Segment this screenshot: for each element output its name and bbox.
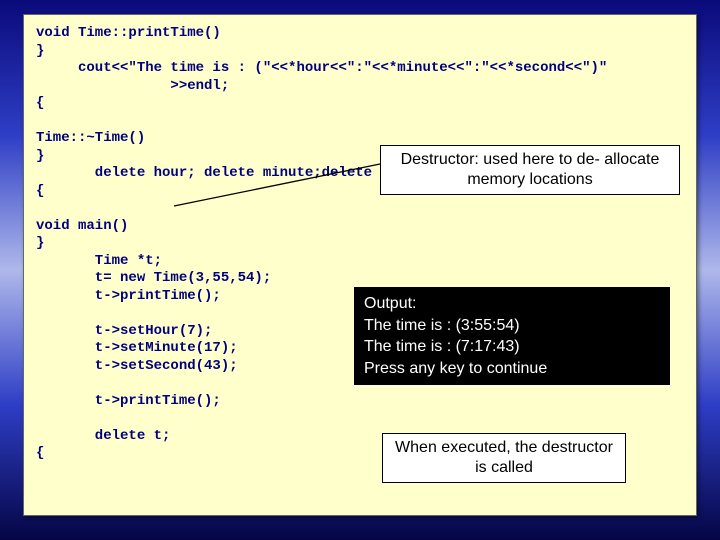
code-block: void Time::printTime() } cout<<"The time… xyxy=(24,15,696,463)
output-box: Output: The time is : (3:55:54) The time… xyxy=(354,287,670,385)
destructor-callout: Destructor: used here to de- allocate me… xyxy=(380,145,680,195)
slide: void Time::printTime() } cout<<"The time… xyxy=(23,14,697,516)
arrow-line xyxy=(174,160,384,210)
executed-callout: When executed, the destructor is called xyxy=(382,433,626,483)
